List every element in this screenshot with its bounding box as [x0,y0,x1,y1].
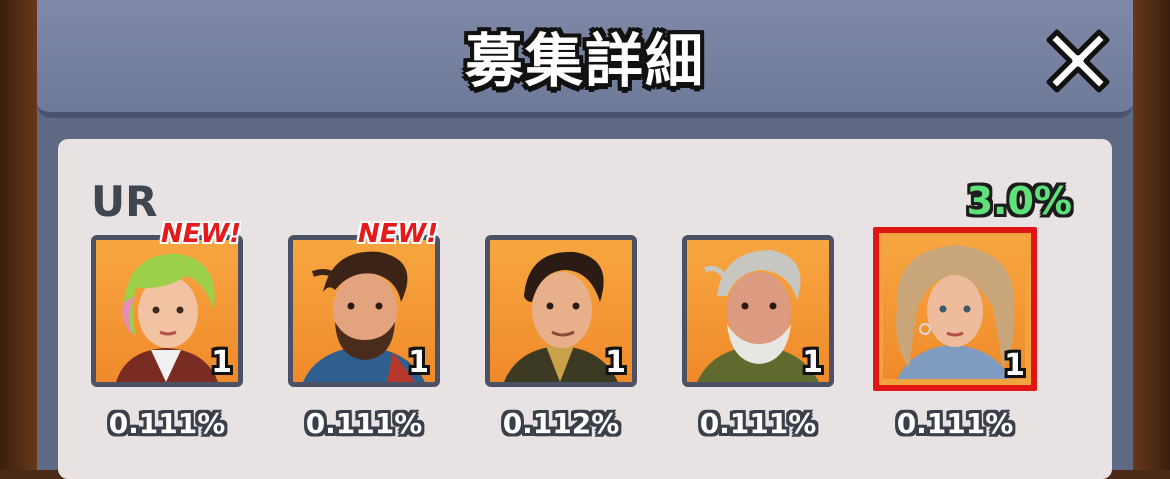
close-icon [1046,29,1110,93]
rarity-rate: 3.0% [966,179,1072,223]
hero-rate: 0.111% [896,407,1014,440]
new-badge: NEW! [161,219,242,249]
background-right [1130,0,1170,470]
hero-card-selected[interactable]: 1 [873,227,1037,391]
rarity-label: UR [91,177,158,226]
background-left [0,0,40,470]
hero-rate: 0.111% [699,407,817,440]
hero-count: 1 [408,345,429,380]
pool-content: UR 3.0% 1 NEW! 0.111% 1 NEW! 0.111% 1 0.… [58,139,1112,479]
hero-count: 1 [802,345,823,380]
hero-card[interactable]: 1 [485,235,637,387]
dialog-title: 募集詳細 [464,27,705,95]
hero-rate: 0.111% [108,407,226,440]
hero-count: 1 [1004,348,1025,383]
hero-rate: 0.111% [305,407,423,440]
title-bar: 募集詳細 [37,0,1133,118]
hero-card[interactable]: 1 [91,235,243,387]
hero-card[interactable]: 1 [288,235,440,387]
hero-rate: 0.112% [502,407,620,440]
hero-card[interactable]: 1 [682,235,834,387]
hero-count: 1 [211,345,232,380]
hero-count: 1 [605,345,626,380]
close-button[interactable] [1043,24,1113,94]
new-badge: NEW! [358,219,439,249]
recruit-details-dialog: 募集詳細 UR 3.0% 1 NEW! 0.111% 1 NEW! 0.111%… [37,0,1133,479]
